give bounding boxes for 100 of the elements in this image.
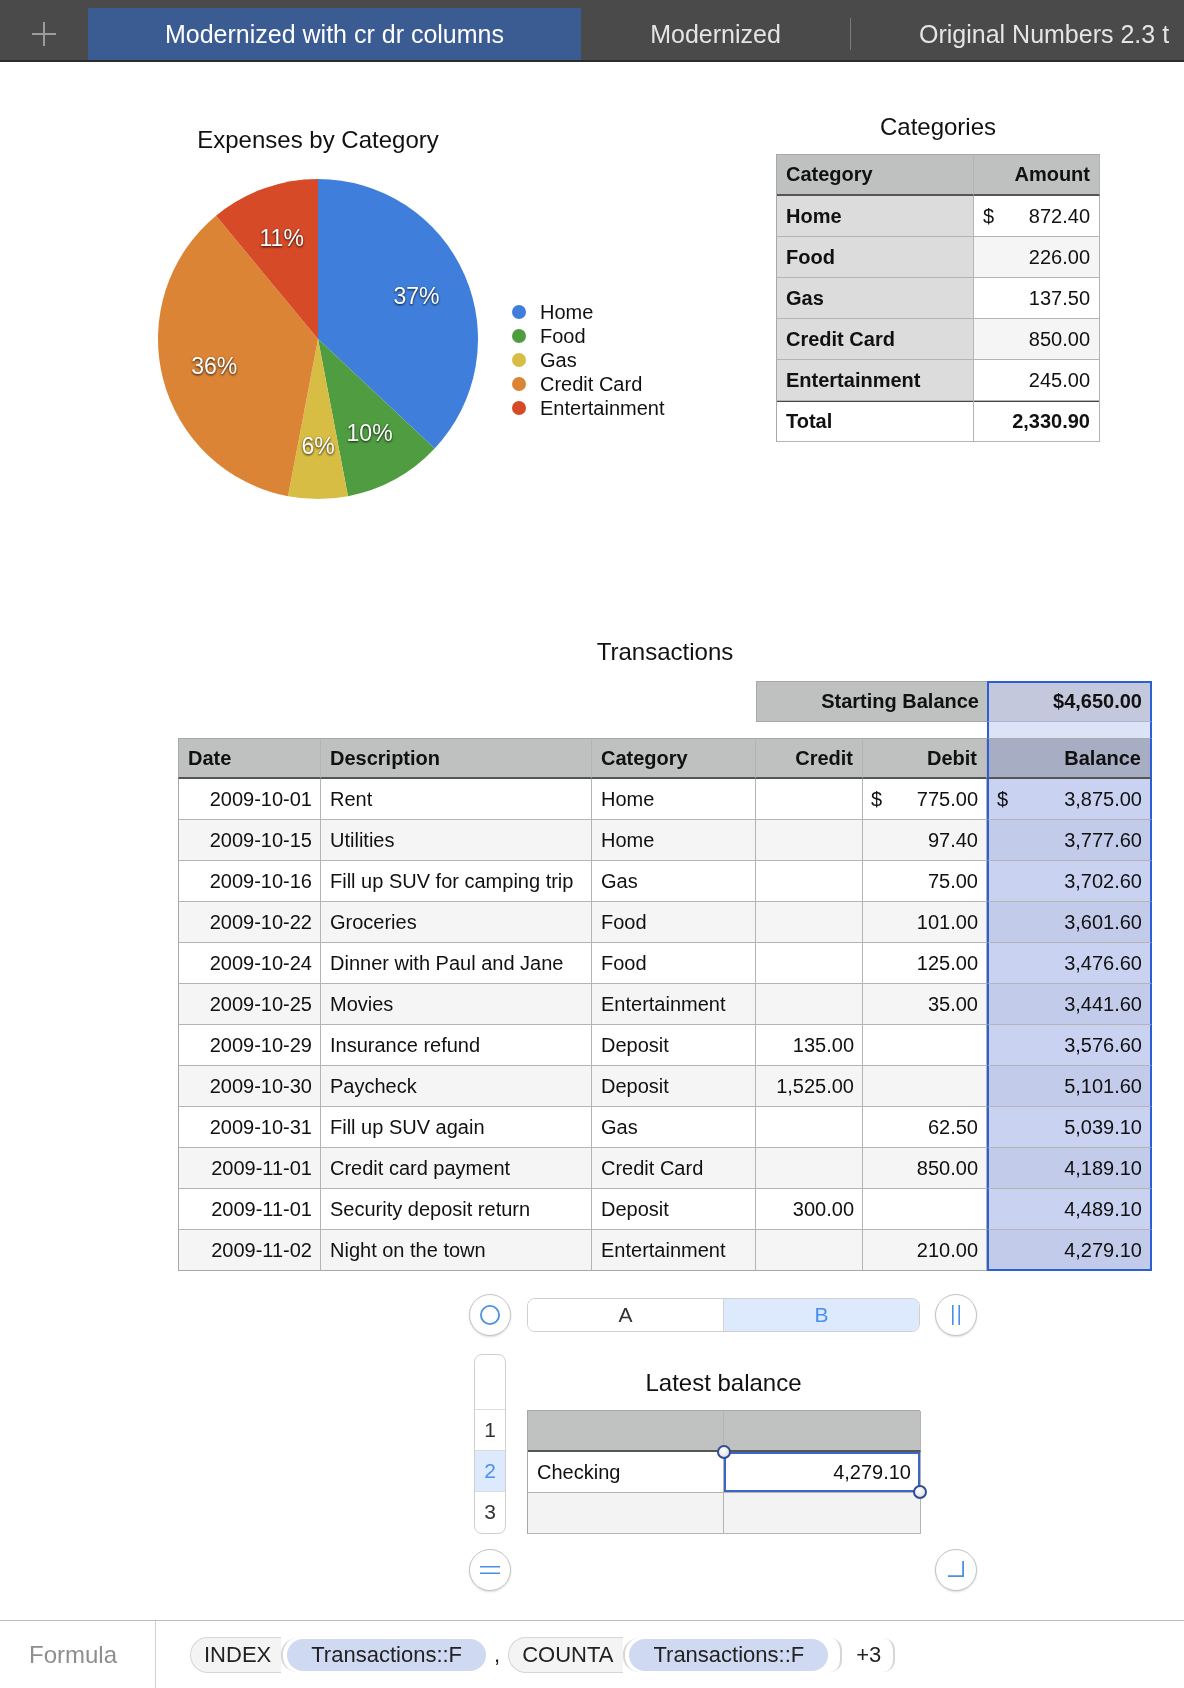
reference-token[interactable]: Transactions::F bbox=[629, 1638, 829, 1671]
slice-label: 11% bbox=[259, 225, 304, 252]
table-cell: Night on the town bbox=[321, 1230, 592, 1271]
equals-icon bbox=[480, 1566, 500, 1574]
table-cell: Home bbox=[592, 820, 756, 861]
add-column-button[interactable] bbox=[935, 1294, 977, 1336]
function-name[interactable]: INDEX bbox=[190, 1636, 282, 1673]
currency-symbol: $ bbox=[871, 787, 883, 812]
table-cell: Deposit bbox=[592, 1025, 756, 1066]
table-cell: 3,441.60 bbox=[987, 984, 1152, 1025]
sheet-tab[interactable]: Modernized with cr dr columns bbox=[88, 8, 581, 60]
table-cell: 135.00 bbox=[756, 1025, 863, 1066]
cell-value: 775.00 bbox=[916, 787, 978, 812]
table-cell: Deposit bbox=[592, 1189, 756, 1230]
row-header: Credit Card bbox=[777, 319, 974, 360]
sheet-tab[interactable]: Original Numbers 2.3 t bbox=[850, 8, 1184, 60]
table-cell: 1,525.00 bbox=[756, 1066, 863, 1107]
slice-label: 37% bbox=[393, 283, 440, 310]
starting-balance-value: $4,650.00 bbox=[987, 681, 1152, 722]
legend-label: Credit Card bbox=[540, 372, 643, 396]
table-cell: 97.40 bbox=[863, 820, 987, 861]
table-cell: Food bbox=[592, 943, 756, 984]
total-value: 2,330.90 bbox=[974, 401, 1100, 442]
table-cell: 850.00 bbox=[863, 1148, 987, 1189]
table-cell: Home bbox=[592, 779, 756, 820]
legend-label: Food bbox=[540, 324, 586, 348]
table-cell: Fill up SUV again bbox=[321, 1107, 592, 1148]
table-cell: 226.00 bbox=[974, 237, 1100, 278]
table-cell: 3,476.60 bbox=[987, 943, 1152, 984]
table-cell: 2009-10-29 bbox=[178, 1025, 321, 1066]
slice-label: 36% bbox=[191, 352, 238, 379]
selection-handle[interactable] bbox=[913, 1485, 927, 1499]
column-header: Category bbox=[592, 738, 756, 779]
table-cell: 2009-10-25 bbox=[178, 984, 321, 1025]
reference-token[interactable]: Transactions::F bbox=[287, 1638, 487, 1671]
formula-label: Formula bbox=[29, 1640, 118, 1669]
table-cell: 210.00 bbox=[863, 1230, 987, 1271]
legend-label: Entertainment bbox=[540, 396, 665, 420]
function-token[interactable]: INDEX Transactions::F , COUNTA Transactions::F +3 bbox=[190, 1636, 896, 1673]
starting-balance-label: Starting Balance bbox=[756, 681, 987, 722]
currency-symbol: $ bbox=[997, 787, 1009, 812]
row-header: Home bbox=[777, 196, 974, 237]
selection-handle[interactable] bbox=[717, 1445, 731, 1459]
table-cell: 5,039.10 bbox=[987, 1107, 1152, 1148]
table-cell: Deposit bbox=[592, 1066, 756, 1107]
vertical-bars-icon bbox=[952, 1305, 960, 1325]
row-header[interactable]: 3 bbox=[475, 1491, 505, 1532]
table-cell: 3,702.60 bbox=[987, 861, 1152, 902]
cell-value: 3,875.00 bbox=[1064, 787, 1142, 812]
table-cell: Rent bbox=[321, 779, 592, 820]
legend-label: Home bbox=[540, 300, 594, 324]
table-cell: 300.00 bbox=[756, 1189, 863, 1230]
table-cell: 2009-10-16 bbox=[178, 861, 321, 902]
legend-label: Gas bbox=[540, 348, 577, 372]
function-name[interactable]: COUNTA bbox=[508, 1636, 624, 1673]
plus-icon[interactable] bbox=[32, 22, 56, 46]
table-cell: Paycheck bbox=[321, 1066, 592, 1107]
table-cell: Utilities bbox=[321, 820, 592, 861]
resize-table-button[interactable] bbox=[935, 1549, 977, 1591]
table-cell: 4,489.10 bbox=[987, 1189, 1152, 1230]
table-cell: Insurance refund bbox=[321, 1025, 592, 1066]
column-header: Amount bbox=[974, 155, 1100, 196]
table-cell: 2009-11-02 bbox=[178, 1230, 321, 1271]
sheet-tab[interactable]: Modernized bbox=[581, 8, 850, 60]
table-cell: Food bbox=[592, 902, 756, 943]
row-header: Entertainment bbox=[777, 360, 974, 401]
row-header: Food bbox=[777, 237, 974, 278]
table-cell: 2009-10-22 bbox=[178, 902, 321, 943]
table-cell: 75.00 bbox=[863, 861, 987, 902]
function-token[interactable]: COUNTA Transactions::F bbox=[508, 1636, 843, 1673]
table-cell: 850.00 bbox=[974, 319, 1100, 360]
table-cell: Entertainment bbox=[592, 984, 756, 1025]
row-header: Gas bbox=[777, 278, 974, 319]
separator: , bbox=[494, 1640, 501, 1669]
operator-token: +3 bbox=[856, 1640, 882, 1669]
total-label: Total bbox=[777, 401, 974, 442]
table-cell: 2009-10-24 bbox=[178, 943, 321, 984]
table-cell: 3,601.60 bbox=[987, 902, 1152, 943]
chart-title: Expenses by Category bbox=[197, 126, 439, 154]
table-title: Categories bbox=[878, 113, 998, 141]
slice-label: 10% bbox=[346, 419, 393, 446]
table-cell: 137.50 bbox=[974, 278, 1100, 319]
table-handle-button[interactable] bbox=[469, 1294, 511, 1336]
add-row-button[interactable] bbox=[469, 1549, 511, 1591]
table-cell: Entertainment bbox=[592, 1230, 756, 1271]
table-cell: 2009-11-01 bbox=[178, 1189, 321, 1230]
table-title: Transactions bbox=[595, 638, 735, 666]
table-cell: Credit card payment bbox=[321, 1148, 592, 1189]
table-cell: Security deposit return bbox=[321, 1189, 592, 1230]
column-header: Category bbox=[777, 155, 974, 196]
table-cell: 5,101.60 bbox=[987, 1066, 1152, 1107]
table-cell: Fill up SUV for camping trip bbox=[321, 861, 592, 902]
table-cell: Dinner with Paul and Jane bbox=[321, 943, 592, 984]
column-header: Balance bbox=[987, 738, 1152, 779]
table-cell: 245.00 bbox=[974, 360, 1100, 401]
table-cell: 4,279.10 bbox=[987, 1230, 1152, 1271]
slice-label: 6% bbox=[301, 433, 335, 460]
table-cell: Credit Card bbox=[592, 1148, 756, 1189]
table-cell: 3,777.60 bbox=[987, 820, 1152, 861]
table-cell: Gas bbox=[592, 1107, 756, 1148]
